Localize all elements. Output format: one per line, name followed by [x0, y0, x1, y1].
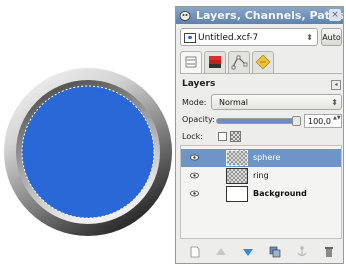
undo-history-tab-icon	[255, 54, 271, 70]
gimp-icon	[179, 11, 191, 21]
lock-pixels-checkbox[interactable]	[218, 132, 227, 141]
dropdown-arrow-icon: ⬍	[306, 33, 313, 42]
tab-undo-history[interactable]	[252, 51, 274, 73]
sphere	[22, 86, 154, 218]
panel-title: Layers	[182, 79, 216, 89]
layer-name: sphere	[253, 153, 281, 162]
spin-arrows-icon[interactable]: ▲▼	[333, 115, 341, 121]
layer-row[interactable]: Background	[181, 185, 341, 203]
duplicate-layer-icon[interactable]	[268, 245, 282, 259]
layer-thumbnail	[226, 186, 248, 202]
opacity-slider-handle[interactable]	[292, 116, 301, 126]
layers-dock: Layers, Channels, Paths, U × Untitled.xc…	[175, 6, 344, 264]
tab-channels[interactable]	[204, 51, 226, 73]
layer-row[interactable]: sphere	[181, 149, 341, 167]
auto-button[interactable]: Auto	[321, 28, 342, 46]
layer-thumbnail	[226, 150, 248, 166]
image-thumbnail-icon	[184, 33, 196, 43]
raise-layer-icon[interactable]	[214, 245, 228, 259]
mode-label: Mode:	[182, 98, 207, 107]
tab-divider	[180, 73, 342, 74]
layers-button-bar	[180, 243, 342, 261]
close-icon[interactable]: ×	[329, 9, 341, 21]
tab-paths[interactable]	[228, 51, 250, 73]
opacity-spinbutton[interactable]: 100,0 ▲▼	[304, 114, 342, 128]
lock-label: Lock:	[182, 132, 203, 141]
layers-list: sphere ring Background	[180, 145, 342, 239]
eye-icon[interactable]	[190, 154, 199, 161]
layer-name: ring	[253, 171, 269, 180]
mode-select[interactable]: Normal ⬍	[211, 94, 342, 110]
mode-value: Normal	[219, 98, 248, 107]
delete-layer-icon[interactable]	[322, 245, 336, 259]
panel-menu-icon[interactable]: ◂	[331, 80, 341, 90]
lock-alpha-icon[interactable]	[230, 131, 241, 142]
eye-icon[interactable]	[190, 190, 199, 197]
dock-title: Layers, Channels, Paths, U	[196, 9, 343, 22]
new-layer-icon[interactable]	[188, 245, 202, 259]
layers-tab-icon	[185, 56, 197, 68]
canvas-image[interactable]	[0, 50, 175, 250]
image-menu-value: Untitled.xcf-7	[198, 33, 259, 43]
tab-layers[interactable]	[180, 51, 202, 74]
image-menu-select[interactable]: Untitled.xcf-7 ⬍	[180, 28, 318, 46]
opacity-label: Opacity:	[182, 115, 215, 124]
layer-thumbnail	[226, 168, 248, 184]
layer-name: Background	[253, 189, 307, 198]
anchor-layer-icon[interactable]	[295, 245, 309, 259]
dropdown-arrow-icon: ⬍	[331, 98, 338, 107]
opacity-slider[interactable]	[216, 116, 301, 126]
opacity-value: 100,0	[308, 117, 331, 126]
channels-tab-icon	[209, 56, 221, 68]
paths-tab-icon	[231, 55, 248, 70]
opacity-slider-fill	[217, 119, 300, 123]
lower-layer-icon[interactable]	[241, 245, 255, 259]
dock-titlebar[interactable]: Layers, Channels, Paths, U ×	[176, 7, 343, 24]
layer-row[interactable]: ring	[181, 167, 341, 185]
eye-icon[interactable]	[190, 172, 199, 179]
